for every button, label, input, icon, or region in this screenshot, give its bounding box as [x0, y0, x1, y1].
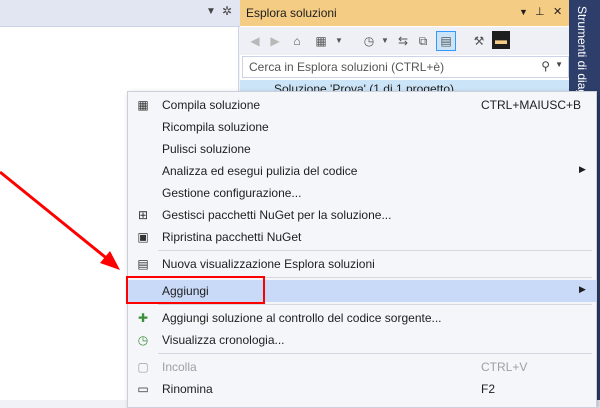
annotation-arrow-icon	[0, 170, 120, 270]
